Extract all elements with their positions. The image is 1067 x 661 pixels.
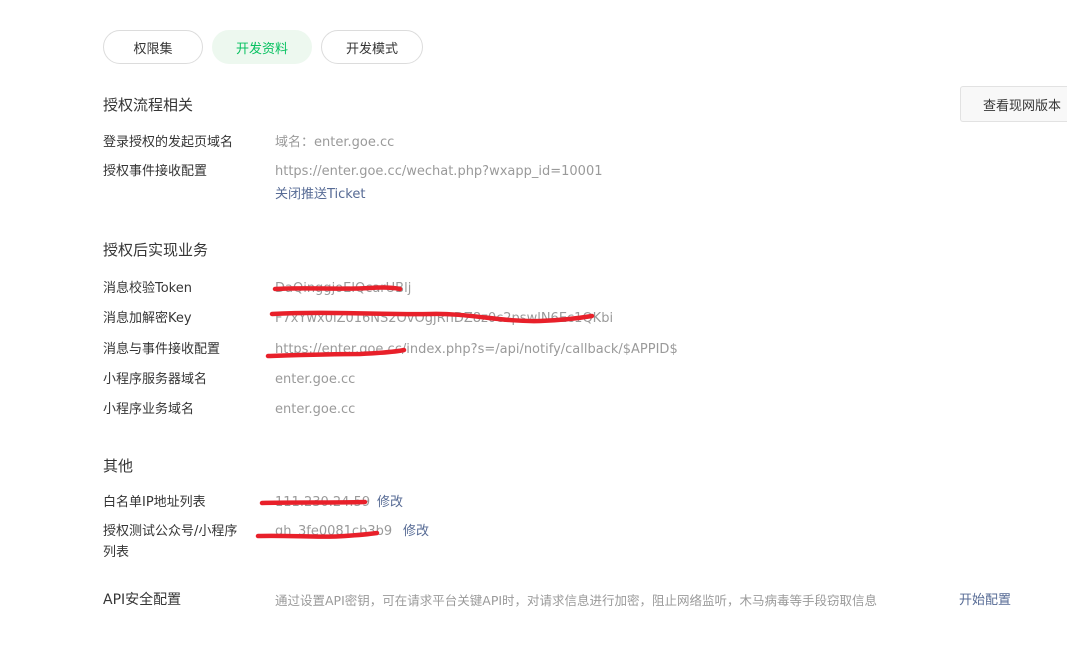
close-ticket-link[interactable]: 关闭推送Ticket [275,184,365,205]
biz-domain-value: enter.goe.cc [275,402,356,417]
tab-dev-info[interactable]: 开发资料 [212,30,312,64]
tab-permissions[interactable]: 权限集 [103,30,203,64]
event-config-label: 授权事件接收配置 [103,164,208,179]
whitelist-edit-link[interactable]: 修改 [377,492,403,513]
test-account-label: 授权测试公众号/小程序列表 [103,524,238,560]
dev-info-page: 权限集 开发资料 开发模式 查看现网版本 授权流程相关 登录授权的发起页域名 域… [0,0,1067,661]
server-domain-value: enter.goe.cc [275,372,356,387]
msg-config-value: https://enter.goe.cc/index.php?s=/api/no… [275,342,678,357]
tab-bar: 权限集 开发资料 开发模式 [103,30,423,64]
api-security-description: 通过设置API密钥，可在请求平台关键API时，对请求信息进行加密，阻止网络监听，… [275,593,878,608]
test-account-edit-link[interactable]: 修改 [403,521,429,542]
aes-key-label: 消息加解密Key [103,311,192,326]
section-title-other: 其他 [103,457,134,475]
login-domain-value: 域名：enter.goe.cc [275,135,395,150]
section-title-auth-flow: 授权流程相关 [103,96,194,114]
whitelist-value: 111.230.24.59 [275,495,371,510]
token-label: 消息校验Token [103,281,192,296]
whitelist-label: 白名单IP地址列表 [103,495,206,510]
tab-dev-mode[interactable]: 开发模式 [321,30,423,64]
server-domain-label: 小程序服务器域名 [103,372,208,387]
aes-key-value: F7xYwx0iZ016NS2OvOgjRnDZ8z0c2pswlN6Ec1QK… [275,311,614,326]
msg-config-label: 消息与事件接收配置 [103,342,221,357]
start-config-link[interactable]: 开始配置 [959,590,1011,611]
test-account-value: gh_3fe0081cb3b9 [275,524,393,539]
event-config-value: https://enter.goe.cc/wechat.php?wxapp_id… [275,164,603,179]
section-title-business: 授权后实现业务 [103,241,209,259]
biz-domain-label: 小程序业务域名 [103,402,195,417]
token-value: DaQinggjoElQcarUBlj [275,281,412,296]
login-domain-label: 登录授权的发起页域名 [103,135,234,150]
api-security-label: API安全配置 [103,592,182,608]
view-live-version-button[interactable]: 查看现网版本 [960,86,1067,122]
